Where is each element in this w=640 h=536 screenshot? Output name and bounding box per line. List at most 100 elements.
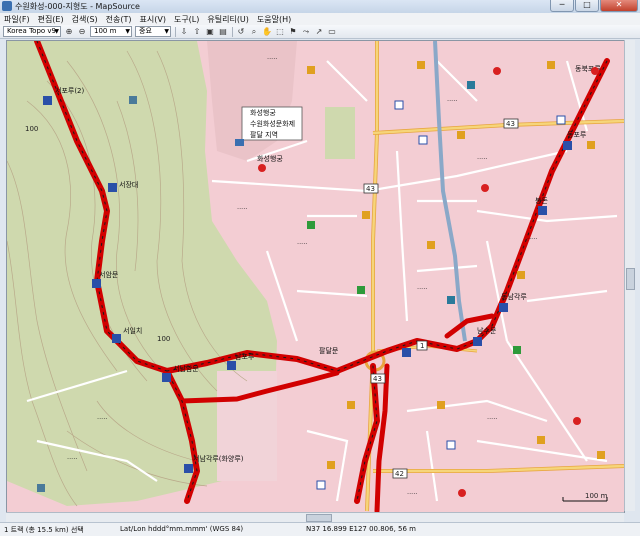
- zoom-tool-icon[interactable]: ↺: [236, 27, 246, 37]
- waypoint-icon[interactable]: ⚑: [288, 27, 298, 37]
- menu-help[interactable]: 도움말(H): [253, 14, 295, 25]
- chevron-down-icon: ▼: [164, 28, 169, 35]
- scroll-thumb[interactable]: [306, 514, 332, 522]
- vertical-scrollbar[interactable]: [624, 40, 635, 511]
- label-paldalmun: 팔달문: [319, 346, 339, 355]
- status-bar: 1 트랙 (총 15.5 km) 선택 Lat/Lon hddd°mm.mmm'…: [0, 522, 640, 536]
- track-icon[interactable]: ↗: [314, 27, 324, 37]
- popup-item[interactable]: 화성행궁: [250, 108, 276, 117]
- map-product-select[interactable]: Korea Topo v9 ▼: [3, 26, 61, 37]
- menu-tools[interactable]: 도구(L): [170, 14, 203, 25]
- parking-icon: [591, 67, 599, 75]
- map-view[interactable]: 100 100 43 43 43 42 1 서포루(2) 서장대 서암문 서일치…: [6, 40, 625, 513]
- svg-text:·····: ·····: [527, 235, 537, 243]
- map-popup[interactable]: 화성행궁 수원화성문화제 팔달 지역: [235, 106, 303, 146]
- scroll-thumb[interactable]: [626, 268, 635, 290]
- hiker-icon[interactable]: [112, 334, 121, 343]
- zoom-scale-select[interactable]: 100 m ▼: [90, 26, 132, 37]
- hiker-icon[interactable]: [227, 361, 236, 370]
- road-number: 1: [420, 342, 424, 350]
- hiker-icon[interactable]: [43, 96, 52, 105]
- receive-from-device-icon[interactable]: ⇩: [179, 27, 189, 37]
- hiker-icon[interactable]: [499, 303, 508, 312]
- parking-icon: [258, 164, 266, 172]
- popup-item[interactable]: 팔달 지역: [250, 130, 278, 139]
- hiker-icon[interactable]: [538, 206, 547, 215]
- contour-elevation: 100: [157, 335, 170, 343]
- road-shield-43: 43: [363, 183, 379, 194]
- menu-edit[interactable]: 편집(E): [34, 14, 68, 25]
- menu-utilities[interactable]: 유틸리티(U): [203, 14, 253, 25]
- detail-select[interactable]: 중요 ▼: [135, 26, 171, 37]
- parking-icon: [573, 417, 581, 425]
- label-seonam-ammun: 서남암문: [173, 364, 199, 373]
- status-coords: N37 16.899 E127 00.806, 56 m: [306, 525, 416, 533]
- svg-text:·····: ·····: [487, 415, 497, 423]
- hospital-icon: [556, 115, 566, 125]
- hand-icon[interactable]: ✋: [262, 27, 272, 37]
- road-shield-42: 42: [392, 468, 408, 479]
- menu-transfer[interactable]: 전송(T): [102, 14, 136, 25]
- hiker-icon[interactable]: [92, 279, 101, 288]
- shop-icon: [467, 81, 475, 89]
- measure-icon[interactable]: ▭: [327, 27, 337, 37]
- computer-icon[interactable]: ▤: [218, 27, 228, 37]
- selection-icon[interactable]: ⬚: [275, 27, 285, 37]
- restaurant-icon: [457, 131, 465, 139]
- restaurant-icon: [417, 61, 425, 69]
- route-icon[interactable]: ⤳: [301, 27, 311, 37]
- road-number: 43: [366, 185, 375, 193]
- magnifier-icon[interactable]: ⌕: [249, 27, 259, 37]
- title-bar: 수원화성-000-지형도 - MapSource ─ □ ✕: [0, 0, 640, 14]
- chevron-down-icon: ▼: [125, 28, 130, 35]
- svg-text:·····: ·····: [447, 97, 457, 105]
- toolbar-separator: [175, 26, 176, 37]
- map-canvas[interactable]: 100 100 43 43 43 42 1 서포루(2) 서장대 서암문 서일치…: [7, 41, 624, 512]
- menu-bar: 파일(F) 편집(E) 검색(S) 전송(T) 표시(V) 도구(L) 유틸리티…: [0, 13, 640, 25]
- send-to-device-icon[interactable]: ⇧: [192, 27, 202, 37]
- gps-device-icon[interactable]: ▣: [205, 27, 215, 37]
- restaurant-icon: [517, 271, 525, 279]
- parking-icon: [481, 184, 489, 192]
- hiker-icon[interactable]: [162, 373, 171, 382]
- horizontal-scrollbar[interactable]: [6, 512, 624, 522]
- app-icon: [2, 1, 12, 11]
- svg-text:·····: ·····: [477, 155, 487, 163]
- hiker-icon[interactable]: [473, 337, 482, 346]
- hiker-icon[interactable]: [563, 141, 572, 150]
- restaurant-icon: [347, 401, 355, 409]
- hospital-icon: [316, 480, 326, 490]
- restaurant-icon: [587, 141, 595, 149]
- road-number: 43: [506, 120, 515, 128]
- road-shield-43: 43: [370, 373, 386, 384]
- zoom-in-icon[interactable]: ⊕: [64, 27, 74, 37]
- toolbar: Korea Topo v9 ▼ ⊕ ⊖ 100 m ▼ 중요 ▼ ⇩ ⇧ ▣ ▤…: [0, 25, 640, 39]
- svg-text:·····: ·····: [97, 415, 107, 423]
- menu-view[interactable]: 표시(V): [136, 14, 170, 25]
- zoom-out-icon[interactable]: ⊖: [77, 27, 87, 37]
- svg-text:·····: ·····: [237, 205, 247, 213]
- road-number: 42: [395, 470, 404, 478]
- park-area: [325, 107, 355, 159]
- restaurant-icon: [437, 401, 445, 409]
- label-seopo: 서포루(2): [55, 86, 85, 95]
- label-seoilchi: 서일치: [123, 326, 142, 335]
- label-seojangdae: 서장대: [119, 180, 138, 189]
- popup-item[interactable]: 수원화성문화제: [250, 119, 295, 128]
- label-seoammun: 서암문: [99, 270, 119, 279]
- restaurant-icon: [537, 436, 545, 444]
- label-seonam-gakru: 서남각루(화양루): [193, 454, 244, 463]
- close-button[interactable]: ✕: [600, 0, 638, 12]
- svg-text:·····: ·····: [267, 55, 277, 63]
- maximize-button[interactable]: □: [575, 0, 599, 12]
- hiker-icon[interactable]: [108, 183, 117, 192]
- hiker-icon[interactable]: [402, 348, 411, 357]
- money-icon: [513, 346, 521, 354]
- urban-block: [217, 371, 277, 481]
- hiker-icon[interactable]: [184, 464, 193, 473]
- menu-search[interactable]: 검색(S): [68, 14, 102, 25]
- minimize-button[interactable]: ─: [550, 0, 574, 12]
- toolbar-separator: [232, 26, 233, 37]
- menu-file[interactable]: 파일(F): [0, 14, 34, 25]
- hospital-icon: [418, 135, 428, 145]
